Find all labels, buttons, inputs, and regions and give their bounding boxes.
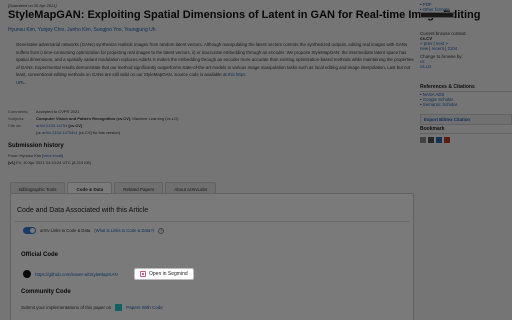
comments-row: Comments: Accepted to CVPR 2021	[8, 108, 178, 115]
references-block: References & Citations NASA ADS Google S…	[420, 84, 512, 107]
citeas-version-link[interactable]: arXiv:2104.14754v1	[42, 130, 78, 135]
subjects-primary: Computer Vision and Pattern Recognition …	[36, 116, 131, 121]
submission-history: From: Hyunsu Kim [view email] [v1] Fri, …	[8, 152, 91, 166]
citeas-link[interactable]: arXiv:2104.14754	[36, 123, 67, 128]
browse-cslg-link[interactable]: cs.LG	[420, 64, 431, 69]
papers-with-code-icon	[115, 304, 123, 311]
subjects-row: Subjects: Computer Vision and Pattern Re…	[8, 115, 178, 122]
subjects-secondary: ; Machine Learning (cs.LG)	[130, 116, 179, 121]
bookmark-heading: Bookmark	[420, 126, 512, 134]
from-suffix: ]	[62, 153, 64, 158]
export-block: Export Bibtex Citation	[420, 114, 512, 125]
arxiv-abstract-page: [Submitted on 30 Apr 2021] StyleMapGAN: …	[0, 0, 512, 320]
open-in-segmind-button[interactable]: Open in Segmind	[134, 268, 194, 280]
help-icon[interactable]: ?	[158, 227, 165, 234]
year-month-link[interactable]: 2104	[447, 46, 457, 51]
export-bibtex-button[interactable]: Export Bibtex Citation	[420, 114, 512, 125]
official-code-heading: Official Code	[21, 252, 59, 258]
version-date: Fri, 30 Apr 2021 04:43:24 UTC (8,219 KB)	[15, 160, 91, 165]
from-prefix: From: Hyunsu Kim [	[8, 153, 44, 158]
license-badge-icon[interactable]	[420, 12, 454, 18]
toggle-label: arXiv Links to Code & Data	[40, 228, 91, 233]
source-code-link-url[interactable]: URL	[16, 80, 25, 85]
citeas-category: [cs.CV]	[68, 123, 83, 128]
mendeley-icon[interactable]	[428, 137, 434, 143]
citeas-row: Cite as: arXiv:2104.14754 [cs.CV]	[8, 122, 178, 129]
view-email-link[interactable]: view email	[43, 153, 62, 158]
papers-with-code-link[interactable]: Papers With Code	[126, 305, 163, 310]
recent-link[interactable]: recent	[432, 46, 444, 51]
right-sidebar: PDF Other formats Current browse context…	[420, 0, 512, 320]
official-code-row: https://github.com/naver-ai/StyleMapGAN	[23, 270, 118, 278]
bookmark-icons	[420, 137, 512, 143]
formats-block: PDF Other formats	[420, 2, 512, 19]
links-toggle-row: arXiv Links to Code & Data (What is Link…	[23, 227, 165, 234]
citeas-version-row: (or arXiv:2104.14754v1 [cs.CV] for this …	[8, 129, 178, 136]
segmind-icon	[140, 271, 146, 277]
new-link[interactable]: new	[420, 46, 428, 51]
abstract-line: Generative adversarial networks (GANs) s…	[16, 42, 306, 47]
browse-context-block: Current browse context: cs.CV < prev | n…	[420, 31, 512, 69]
community-code-heading: Community Code	[21, 289, 71, 295]
toggle-help-link[interactable]: (What is Links to Code & Data?)	[94, 228, 154, 233]
community-text: Submit your implementations of this pape…	[21, 305, 112, 310]
references-heading: References & Citations	[420, 84, 512, 92]
submitted-date: [Submitted on 30 Apr 2021]	[8, 3, 57, 8]
paper-title: StyleMapGAN: Exploiting Spatial Dimensio…	[8, 9, 481, 21]
divider	[15, 221, 409, 222]
panel-title: Code and Data Associated with this Artic…	[17, 207, 149, 214]
community-code-row: Submit your implementations of this pape…	[21, 304, 163, 311]
github-icon	[23, 270, 31, 278]
subjects-label: Subjects:	[8, 116, 25, 121]
segmind-label: Open in Segmind	[149, 271, 188, 277]
abstract-line: Experimental results demonstrate that ou…	[35, 64, 338, 70]
author-list[interactable]: Hyunsu Kim, Yunjey Choi, Junho Kim, Sung…	[8, 27, 156, 33]
code-data-panel: Code and Data Associated with this Artic…	[10, 193, 414, 320]
abstract: Generative adversarial networks (GANs) s…	[16, 42, 414, 85]
submission-history-heading: Submission history	[8, 143, 64, 149]
bookmark-block: Bookmark	[420, 126, 512, 143]
official-code-link[interactable]: https://github.com/naver-ai/StyleMapGAN	[35, 272, 118, 277]
metadata-table: Comments: Accepted to CVPR 2021 Subjects…	[8, 108, 178, 136]
semantic-scholar-link[interactable]: Semantic Scholar	[423, 102, 457, 107]
citeas-alt-post: [cs.CV] for this version)	[77, 130, 121, 135]
links-toggle[interactable]	[23, 227, 36, 234]
citeas-label: Cite as:	[8, 123, 22, 128]
bibsonomy-icon[interactable]	[420, 137, 426, 143]
comments-label: Comments:	[8, 109, 29, 114]
source-code-link[interactable]: this https	[228, 72, 246, 77]
citeulike-icon[interactable]	[436, 137, 442, 143]
comments-value: Accepted to CVPR 2021	[36, 109, 80, 114]
reddit-icon[interactable]	[444, 137, 450, 143]
